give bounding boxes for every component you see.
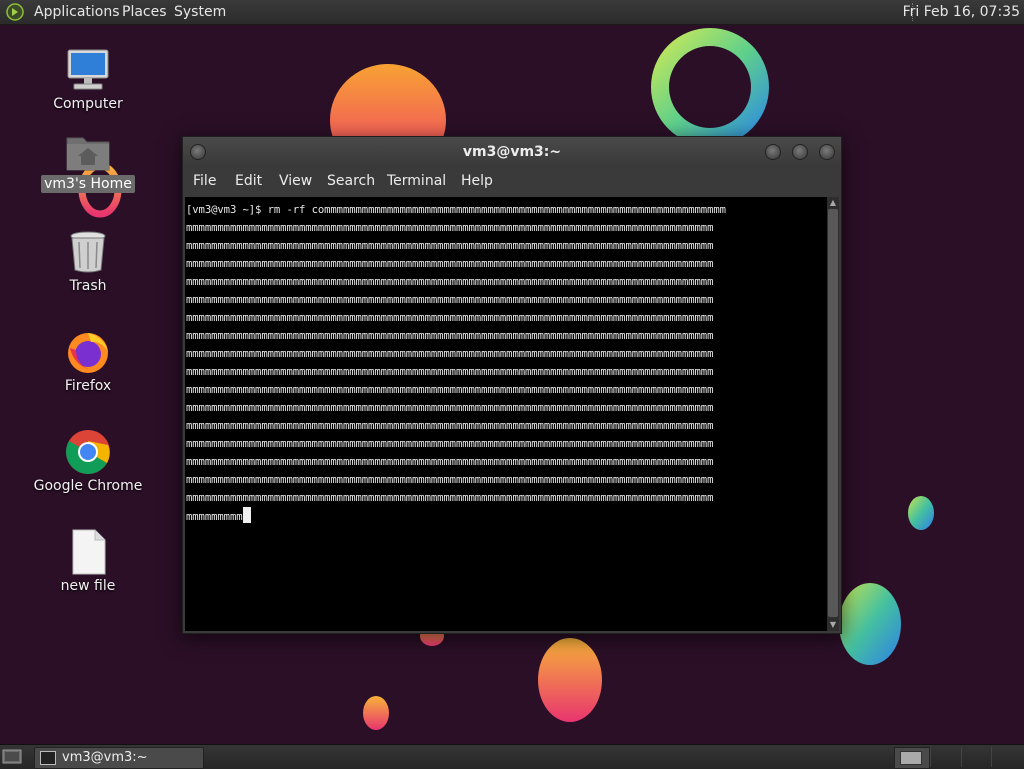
desktop-icon-label-wrap: vm3's Home (28, 175, 148, 193)
minimize-button[interactable] (765, 144, 781, 160)
menu-view[interactable]: View (279, 173, 312, 189)
computer-icon (67, 49, 109, 90)
desktop-icon-label: Computer (53, 96, 123, 112)
terminal-line: mmmmmmmmmmmmmmmmmmmmmmmmmmmmmmmmmmmmmmmm… (186, 294, 714, 306)
home-folder-icon (66, 137, 110, 171)
file-icon (72, 529, 106, 575)
window-titlebar[interactable]: vm3@vm3:~ (183, 137, 841, 167)
window-menubar: File Edit View Search Terminal Help (183, 167, 841, 195)
menu-file[interactable]: File (193, 173, 216, 189)
taskbar-item-label: vm3@vm3:~ (62, 750, 148, 765)
command-text: rm -rf commmmmmmmmmmmmmmmmmmmmmmmmmmmmmm… (267, 204, 726, 216)
desktop-icon-chrome[interactable]: Google Chrome (28, 428, 148, 498)
menu-edit[interactable]: Edit (235, 173, 262, 189)
workspace-switcher[interactable] (894, 747, 930, 769)
desktop-icon-new-file[interactable]: new file (28, 528, 148, 598)
menu-terminal[interactable]: Terminal (387, 173, 446, 189)
terminal-window[interactable]: vm3@vm3:~ File Edit View Search Terminal… (182, 136, 842, 634)
command-last-line: mmmmmmmmm (186, 511, 243, 523)
desktop-icon-label: Firefox (64, 378, 112, 394)
desktop-icon-label: Google Chrome (33, 478, 143, 494)
shell-prompt: [vm3@vm3 ~]$ (186, 204, 268, 216)
scroll-down-arrow-icon[interactable]: ▼ (827, 619, 839, 631)
applications-menu[interactable]: Applications (34, 4, 120, 20)
terminal-output[interactable]: [vm3@vm3 ~]$ rm -rf commmmmmmmmmmmmmmmmm… (185, 197, 827, 631)
terminal-line: mmmmmmmmmmmmmmmmmmmmmmmmmmmmmmmmmmmmmmmm… (186, 366, 714, 378)
terminal-line: mmmmmmmmmmmmmmmmmmmmmmmmmmmmmmmmmmmmmmmm… (186, 384, 714, 396)
terminal-scrollbar[interactable]: ▲ ▼ (827, 197, 839, 631)
trash-icon (70, 231, 106, 273)
desktop-icon-label: Trash (69, 278, 107, 294)
system-menu[interactable]: System (174, 4, 226, 20)
terminal-text: [vm3@vm3 ~]$ rm -rf commmmmmmmmmmmmmmmmm… (185, 197, 827, 526)
firefox-icon (68, 333, 108, 373)
bottom-panel: vm3@vm3:~ (0, 744, 1024, 769)
terminal-line: mmmmmmmmmmmmmmmmmmmmmmmmmmmmmmmmmmmmmmmm… (186, 330, 714, 342)
close-button[interactable] (819, 144, 835, 160)
desktop-icon-label: vm3's Home (41, 175, 135, 193)
menu-search[interactable]: Search (327, 173, 375, 189)
menu-help[interactable]: Help (461, 173, 493, 189)
desktop-icon-home[interactable]: vm3's Home (28, 128, 148, 198)
terminal-line: mmmmmmmmmmmmmmmmmmmmmmmmmmmmmmmmmmmmmmmm… (186, 492, 714, 504)
terminal-line: mmmmmmmmmmmmmmmmmmmmmmmmmmmmmmmmmmmmmmmm… (186, 402, 714, 414)
places-menu[interactable]: Places (122, 4, 167, 20)
terminal-line: mmmmmmmmmmmmmmmmmmmmmmmmmmmmmmmmmmmmmmmm… (186, 456, 714, 468)
maximize-button[interactable] (792, 144, 808, 160)
terminal-line: mmmmmmmmmmmmmmmmmmmmmmmmmmmmmmmmmmmmmmmm… (186, 222, 714, 234)
desktop-icon-computer[interactable]: Computer (28, 46, 148, 116)
terminal-line: mmmmmmmmmmmmmmmmmmmmmmmmmmmmmmmmmmmmmmmm… (186, 240, 714, 252)
taskbar-item-terminal[interactable]: vm3@vm3:~ (34, 747, 204, 769)
terminal-line: mmmmmmmmmmmmmmmmmmmmmmmmmmmmmmmmmmmmmmmm… (186, 348, 714, 360)
desktop-icon-trash[interactable]: Trash (28, 228, 148, 298)
text-cursor (242, 507, 251, 523)
desktop-icon-firefox[interactable]: Firefox (28, 328, 148, 398)
show-desktop-icon[interactable] (2, 748, 22, 766)
workspace-switcher-others[interactable] (930, 747, 1021, 767)
terminal-line: mmmmmmmmmmmmmmmmmmmmmmmmmmmmmmmmmmmmmmmm… (186, 258, 714, 270)
command-continuation: mmmmmmmmmmmmmmmmmmmmmmmmmmmmmmmmmmmmmmmm… (186, 222, 713, 504)
terminal-line: mmmmmmmmmmmmmmmmmmmmmmmmmmmmmmmmmmmmmmmm… (186, 474, 714, 486)
window-title: vm3@vm3:~ (462, 144, 562, 160)
workspace-1[interactable] (900, 751, 922, 765)
clock[interactable]: Fri Feb 16, 07:35 (903, 4, 1020, 20)
terminal-line: mmmmmmmmmmmmmmmmmmmmmmmmmmmmmmmmmmmmmmmm… (186, 420, 714, 432)
scroll-thumb[interactable] (828, 209, 838, 617)
chrome-icon (66, 430, 110, 474)
scroll-up-arrow-icon[interactable]: ▲ (827, 197, 839, 209)
top-panel: Applications Places System Fri Feb 16, 0… (0, 0, 1024, 25)
terminal-line: mmmmmmmmmmmmmmmmmmmmmmmmmmmmmmmmmmmmmmmm… (186, 312, 714, 324)
terminal-line: mmmmmmmmmmmmmmmmmmmmmmmmmmmmmmmmmmmmmmmm… (186, 276, 714, 288)
distro-logo-icon[interactable] (6, 3, 24, 21)
terminal-icon (40, 751, 56, 765)
desktop-icon-label: new file (60, 578, 116, 594)
terminal-line: mmmmmmmmmmmmmmmmmmmmmmmmmmmmmmmmmmmmmmmm… (186, 438, 714, 450)
